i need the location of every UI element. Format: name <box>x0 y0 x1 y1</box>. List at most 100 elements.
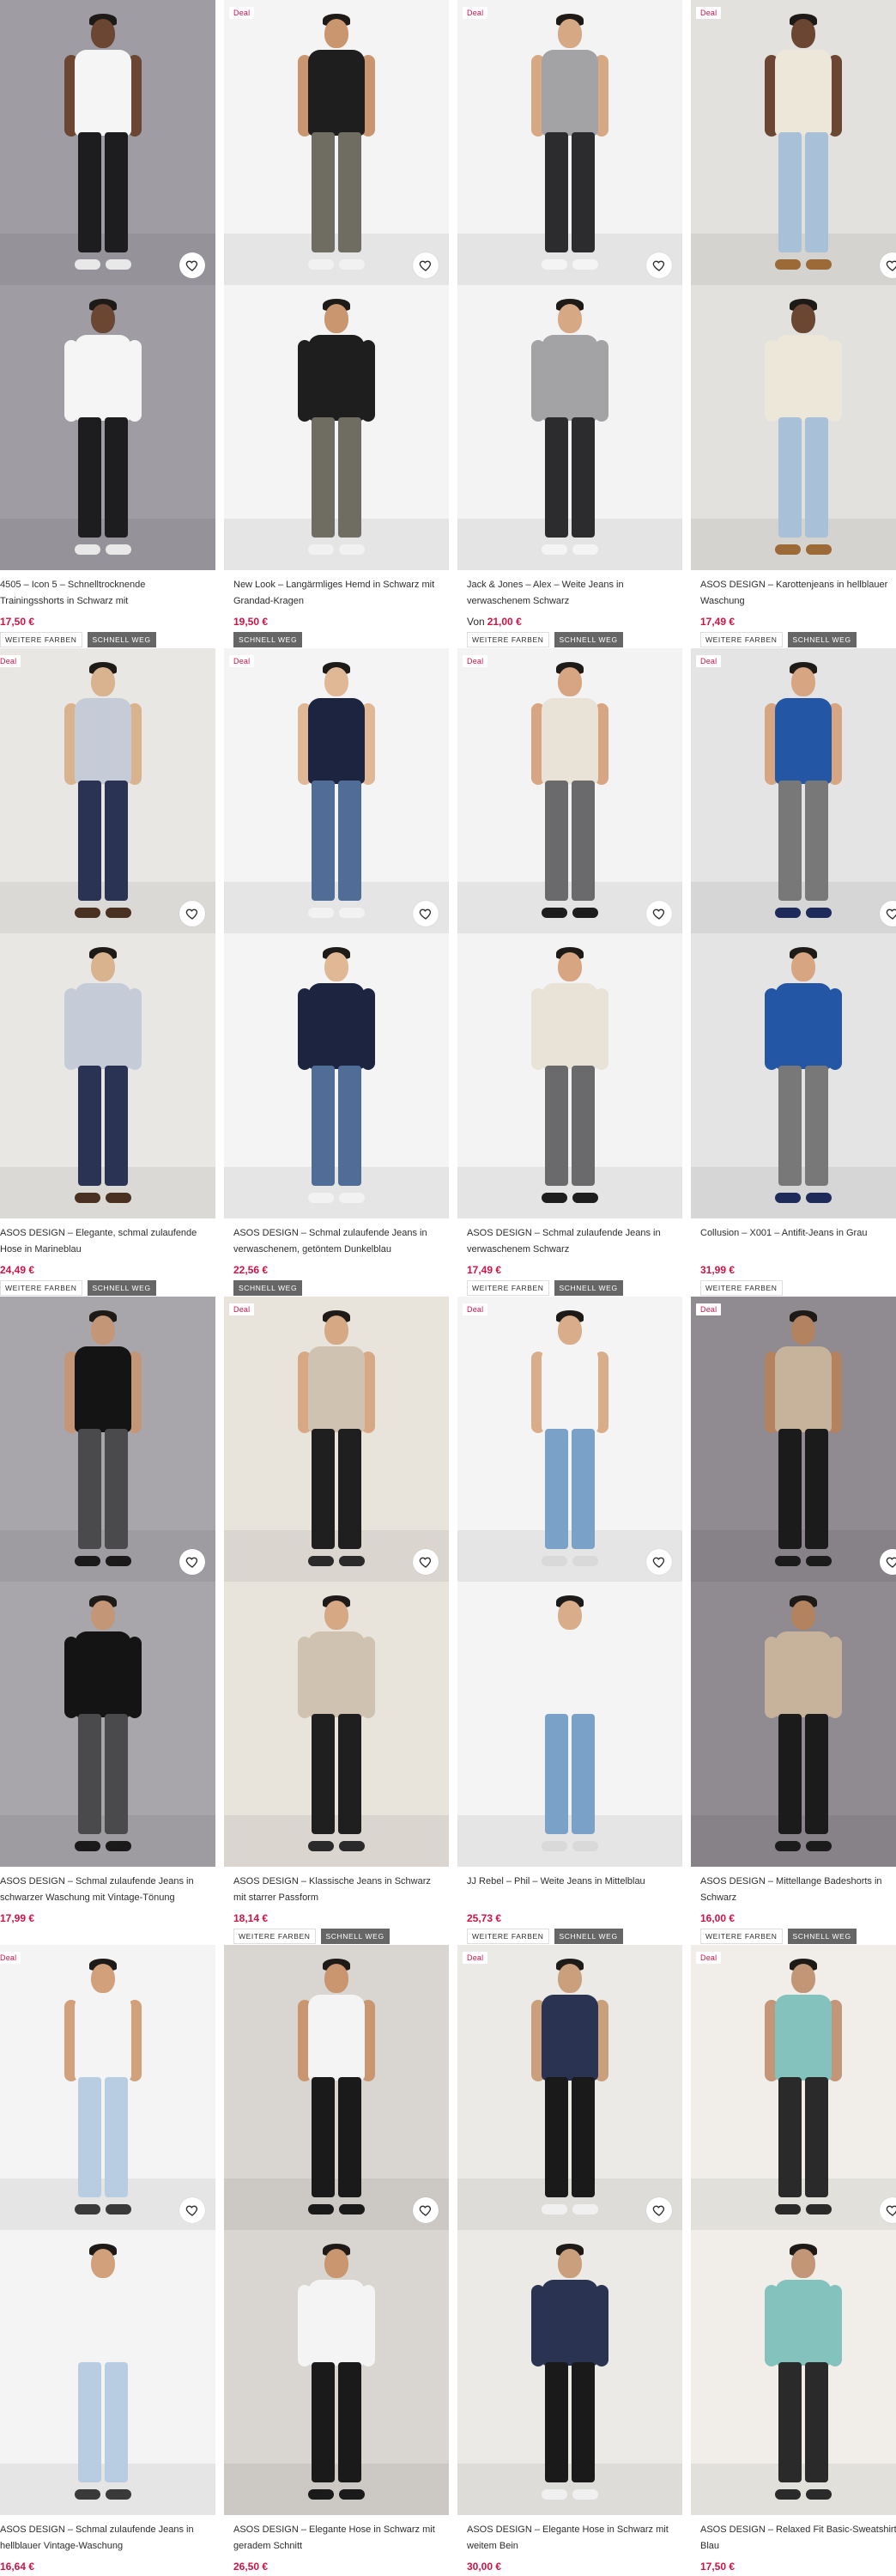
product-image-secondary[interactable] <box>691 285 896 570</box>
save-for-later-heart-icon[interactable] <box>413 1549 439 1575</box>
product-card[interactable]: Deal JJ Rebel – Phil – Weite Jeans in Mit… <box>457 1297 682 1944</box>
product-row: ASOS DESIGN – Schmal zulaufende Jeans in… <box>0 1297 896 1944</box>
product-image-primary[interactable] <box>691 0 896 285</box>
product-image-primary[interactable] <box>224 0 449 285</box>
product-image-secondary[interactable] <box>224 1582 449 1867</box>
product-title[interactable]: ASOS DESIGN – Schmal zulaufende Jeans in… <box>467 1225 677 1258</box>
product-image-gallery[interactable]: Deal <box>0 648 215 1218</box>
product-card[interactable]: Deal ASOS DESIGN – Mittellange Badeshorts… <box>691 1297 896 1944</box>
product-image-primary[interactable] <box>691 1945 896 2230</box>
product-card[interactable]: Deal ASOS DESIGN – Elegante, schmal zulau… <box>0 648 215 1296</box>
save-for-later-heart-icon[interactable] <box>646 1549 672 1575</box>
product-image-secondary[interactable] <box>224 2230 449 2515</box>
product-image-primary[interactable] <box>457 0 682 285</box>
product-image-primary[interactable] <box>0 648 215 933</box>
product-image-primary[interactable] <box>691 1297 896 1582</box>
product-title[interactable]: ASOS DESIGN – Relaxed Fit Basic-Sweatshi… <box>700 2522 896 2555</box>
save-for-later-heart-icon[interactable] <box>413 2197 439 2223</box>
save-for-later-heart-icon[interactable] <box>413 901 439 927</box>
product-card[interactable]: ASOS DESIGN – Elegante Hose in Schwarz m… <box>224 1945 449 2573</box>
product-title[interactable]: ASOS DESIGN – Schmal zulaufende Jeans in… <box>0 1874 210 1906</box>
product-card[interactable]: Deal ASOS DESIGN – Elegante Hose in Schwa… <box>457 1945 682 2573</box>
product-image-gallery[interactable]: Deal <box>457 0 682 570</box>
product-title[interactable]: ASOS DESIGN – Schmal zulaufende Jeans in… <box>233 1225 444 1258</box>
product-image-secondary[interactable] <box>691 2230 896 2515</box>
product-image-primary[interactable] <box>0 1297 215 1582</box>
product-title[interactable]: ASOS DESIGN – Klassische Jeans in Schwar… <box>233 1874 444 1906</box>
product-image-gallery[interactable]: Deal <box>224 1297 449 1867</box>
product-image-secondary[interactable] <box>457 2230 682 2515</box>
save-for-later-heart-icon[interactable] <box>646 252 672 278</box>
more-colors-badge: WEITERE FARBEN <box>467 1929 549 1944</box>
product-image-gallery[interactable]: Deal <box>691 1945 896 2515</box>
product-image-secondary[interactable] <box>457 1582 682 1867</box>
save-for-later-heart-icon[interactable] <box>179 2197 205 2223</box>
product-image-primary[interactable] <box>0 0 215 285</box>
product-image-primary[interactable] <box>457 1297 682 1582</box>
product-image-gallery[interactable]: Deal <box>691 1297 896 1867</box>
product-image-secondary[interactable] <box>691 1582 896 1867</box>
product-title[interactable]: New Look – Langärmliges Hemd in Schwarz … <box>233 577 444 610</box>
product-title[interactable]: Jack & Jones – Alex – Weite Jeans in ver… <box>467 577 677 610</box>
product-card[interactable]: ASOS DESIGN – Schmal zulaufende Jeans in… <box>0 1297 215 1944</box>
product-image-secondary[interactable] <box>0 2230 215 2515</box>
product-image-secondary[interactable] <box>0 1582 215 1867</box>
product-title[interactable]: ASOS DESIGN – Elegante Hose in Schwarz m… <box>233 2522 444 2555</box>
product-image-secondary[interactable] <box>224 285 449 570</box>
save-for-later-heart-icon[interactable] <box>413 252 439 278</box>
product-title[interactable]: ASOS DESIGN – Elegante, schmal zulaufend… <box>0 1225 210 1258</box>
save-for-later-heart-icon[interactable] <box>179 252 205 278</box>
product-title[interactable]: ASOS DESIGN – Schmal zulaufende Jeans in… <box>0 2522 210 2555</box>
product-card[interactable]: Deal Jack & Jones – Alex – Weite Jeans in… <box>457 0 682 647</box>
product-card[interactable]: Deal ASOS DESIGN – Klassische Jeans in Sc… <box>224 1297 449 1944</box>
product-title[interactable]: JJ Rebel – Phil – Weite Jeans in Mittelb… <box>467 1874 677 1906</box>
product-card[interactable]: Deal ASOS DESIGN – Karottenjeans in hellb… <box>691 0 896 647</box>
product-image-gallery[interactable]: Deal <box>457 648 682 1218</box>
product-image-gallery[interactable]: Deal <box>457 1297 682 1867</box>
product-title[interactable]: 4505 – Icon 5 – Schnelltrocknende Traini… <box>0 577 210 610</box>
product-card[interactable]: Deal ASOS DESIGN – Relaxed Fit Basic-Swea… <box>691 1945 896 2573</box>
product-image-secondary[interactable] <box>457 285 682 570</box>
product-image-primary[interactable] <box>224 648 449 933</box>
product-image-gallery[interactable]: Deal <box>691 0 896 570</box>
product-card[interactable]: Deal ASOS DESIGN – Schmal zulaufende Jean… <box>457 648 682 1296</box>
product-image-primary[interactable] <box>691 648 896 933</box>
product-card[interactable]: Deal New Look – Langärmliges Hemd in Schw… <box>224 0 449 647</box>
save-for-later-heart-icon[interactable] <box>646 2197 672 2223</box>
product-image-primary[interactable] <box>457 1945 682 2230</box>
product-image-gallery[interactable]: Deal <box>224 648 449 1218</box>
product-info: ASOS DESIGN – Schmal zulaufende Jeans in… <box>0 2515 215 2573</box>
product-image-primary[interactable] <box>457 648 682 933</box>
deal-badge: Deal <box>463 1303 488 1315</box>
product-title[interactable]: Collusion – X001 – Antifit-Jeans in Grau <box>700 1225 896 1258</box>
product-title[interactable]: ASOS DESIGN – Elegante Hose in Schwarz m… <box>467 2522 677 2555</box>
product-image-secondary[interactable] <box>0 933 215 1218</box>
save-for-later-heart-icon[interactable] <box>646 901 672 927</box>
product-image-secondary[interactable] <box>224 933 449 1218</box>
product-card[interactable]: 4505 – Icon 5 – Schnelltrocknende Traini… <box>0 0 215 647</box>
product-price: 17,50 € <box>0 615 210 629</box>
product-image-secondary[interactable] <box>0 285 215 570</box>
product-image-gallery[interactable]: Deal <box>691 648 896 1218</box>
more-colors-badge: WEITERE FARBEN <box>233 1929 316 1944</box>
product-card[interactable]: Deal Collusion – X001 – Antifit-Jeans in … <box>691 648 896 1296</box>
product-image-gallery[interactable]: Deal <box>224 0 449 570</box>
selling-fast-badge: SCHNELL WEG <box>233 632 303 647</box>
product-image-gallery[interactable] <box>0 0 215 570</box>
save-for-later-heart-icon[interactable] <box>179 901 205 927</box>
product-image-secondary[interactable] <box>691 933 896 1218</box>
product-image-secondary[interactable] <box>457 933 682 1218</box>
product-image-gallery[interactable] <box>224 1945 449 2515</box>
product-image-primary[interactable] <box>0 1945 215 2230</box>
selling-fast-badge: SCHNELL WEG <box>787 1929 857 1944</box>
product-image-gallery[interactable] <box>0 1297 215 1867</box>
product-image-primary[interactable] <box>224 1297 449 1582</box>
save-for-later-heart-icon[interactable] <box>179 1549 205 1575</box>
product-card[interactable]: Deal ASOS DESIGN – Schmal zulaufende Jean… <box>0 1945 215 2573</box>
product-image-gallery[interactable]: Deal <box>457 1945 682 2515</box>
product-image-primary[interactable] <box>224 1945 449 2230</box>
product-title[interactable]: ASOS DESIGN – Mittellange Badeshorts in … <box>700 1874 896 1906</box>
product-image-gallery[interactable]: Deal <box>0 1945 215 2515</box>
product-card[interactable]: Deal ASOS DESIGN – Schmal zulaufende Jean… <box>224 648 449 1296</box>
product-title[interactable]: ASOS DESIGN – Karottenjeans in hellblaue… <box>700 577 896 610</box>
